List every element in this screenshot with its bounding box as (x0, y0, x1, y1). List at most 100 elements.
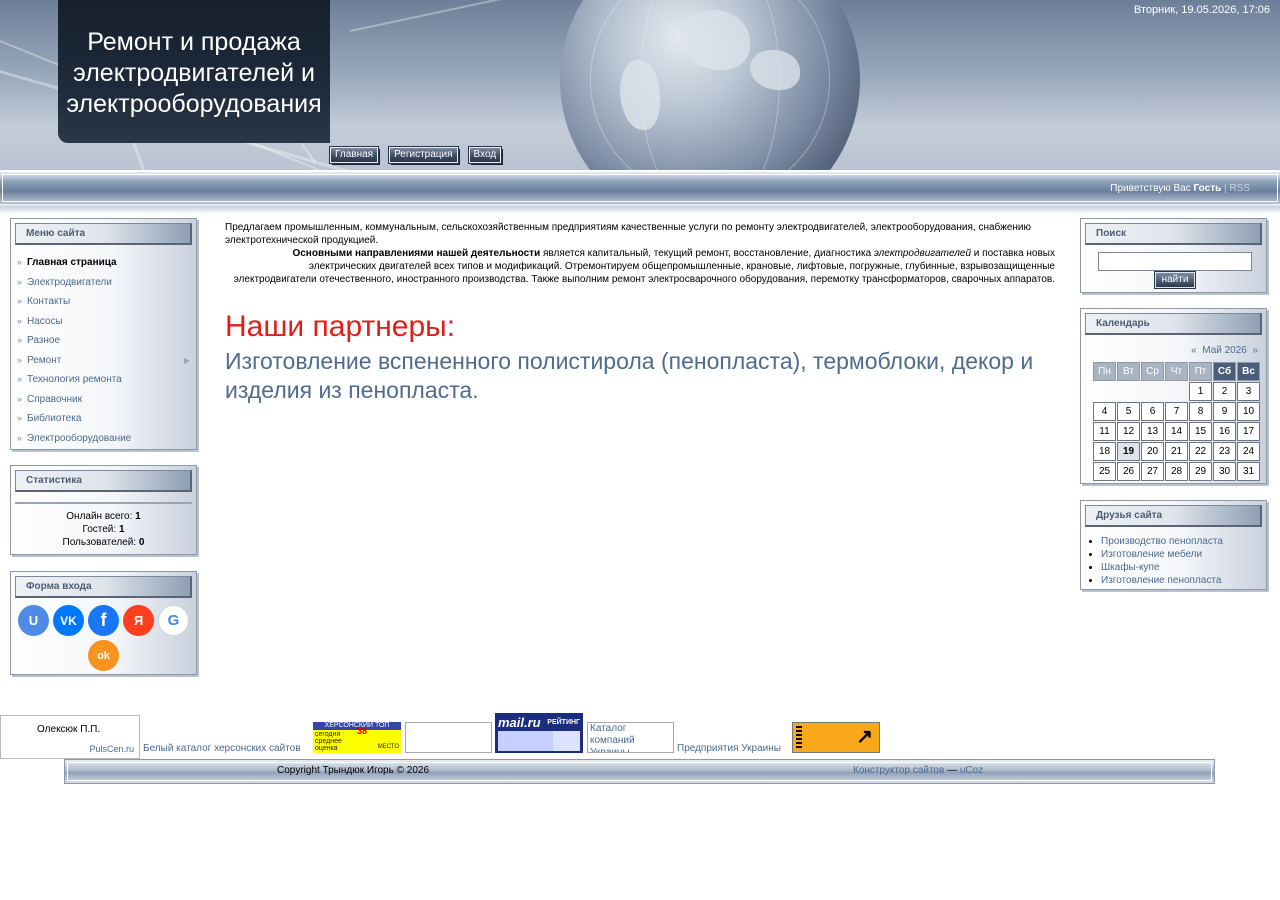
menu-item-library[interactable]: Библиотека (17, 409, 196, 429)
calendar-day[interactable]: 14 (1165, 422, 1188, 441)
calendar-day[interactable]: 9 (1213, 402, 1236, 421)
intro-paragraph: Предлагаем промышленным, коммунальным, с… (225, 222, 1032, 246)
calendar-month-link[interactable]: Май 2026 (1202, 345, 1247, 356)
calendar-day[interactable]: 15 (1189, 422, 1212, 441)
list-item: Производство пенопласта (1101, 535, 1266, 548)
menu-item-home[interactable]: Главная страница (17, 253, 196, 273)
calendar-day[interactable]: 28 (1165, 462, 1188, 481)
calendar-day[interactable]: 26 (1117, 462, 1140, 481)
menu-item-label[interactable]: Насосы (27, 316, 63, 327)
white-catalog-link[interactable]: Белый каталог херсонских сайтов (143, 743, 301, 754)
menu-item-label[interactable]: Библиотека (27, 413, 81, 424)
calendar-day[interactable]: 24 (1237, 442, 1260, 461)
friend-link[interactable]: Шкафы-купе (1101, 562, 1160, 573)
pulscen-link[interactable]: PulsCen.ru (89, 744, 134, 754)
calendar-grid: Пн Вт Ср Чт Пт Сб Вс 1 2 3 4 5 6 7 8 9 10 11 12 13 14… (1092, 361, 1261, 482)
calendar-day[interactable]: 11 (1093, 422, 1116, 441)
menu-item-contacts[interactable]: Контакты (17, 292, 196, 312)
friends-title: Друзья сайта (1096, 510, 1163, 521)
facebook-login-icon[interactable]: f (88, 605, 119, 636)
menu-item-repair[interactable]: Ремонт ▶ (17, 351, 196, 371)
calendar-day[interactable]: 30 (1213, 462, 1236, 481)
calendar-day[interactable]: 2 (1213, 382, 1236, 401)
menu-item-motors[interactable]: Электродвигатели (17, 273, 196, 293)
calendar-day[interactable]: 29 (1189, 462, 1212, 481)
main-content: Предлагаем промышленным, коммунальным, с… (225, 221, 1055, 405)
calendar-block: Календарь « Май 2026 » Пн Вт Ср Чт Пт Сб… (1080, 308, 1267, 484)
calendar-prev-link[interactable]: « (1191, 345, 1197, 356)
nav-login-button[interactable]: Вход (467, 146, 503, 164)
menu-item-label[interactable]: Технология ремонта (27, 374, 122, 385)
guests-label: Гостей: (82, 524, 117, 535)
menu-item-repair-technology[interactable]: Технология ремонта (17, 370, 196, 390)
menu-item-misc[interactable]: Разное (17, 331, 196, 351)
menu-item-equipment[interactable]: Электрооборудование (17, 429, 196, 449)
calendar-day[interactable]: 10 (1237, 402, 1260, 421)
calendar-day[interactable]: 22 (1189, 442, 1212, 461)
calendar-day[interactable]: 1 (1189, 382, 1212, 401)
calendar-day[interactable]: 13 (1141, 422, 1164, 441)
friend-link[interactable]: Производство пенопласта (1101, 536, 1223, 547)
vk-login-icon[interactable]: VK (53, 605, 84, 636)
friend-link[interactable]: Изготовление пенопласта (1101, 575, 1221, 586)
calendar-day[interactable]: 12 (1117, 422, 1140, 441)
builder-credit: Конструктор сайтов — uCoz (853, 765, 983, 776)
menu-item-label[interactable]: Ремонт (27, 355, 61, 366)
search-input[interactable] (1098, 252, 1252, 271)
menu-item-label[interactable]: Главная страница (27, 257, 117, 268)
calendar-day[interactable]: 6 (1141, 402, 1164, 421)
ucoz-login-icon[interactable]: U (18, 605, 49, 636)
calendar-day[interactable]: 25 (1093, 462, 1116, 481)
menu-item-label[interactable]: Справочник (27, 394, 82, 405)
mailru-rating-badge[interactable]: mail.ru РЕЙТИНГ (495, 713, 583, 753)
calendar-day[interactable]: 17 (1237, 422, 1260, 441)
menu-item-label[interactable]: Электрооборудование (27, 433, 131, 444)
site-title: Ремонт и продажа электродвигателей и эле… (58, 0, 330, 143)
yandex-login-icon[interactable]: Я (123, 605, 154, 636)
menu-item-label[interactable]: Электродвигатели (27, 277, 112, 288)
calendar-day[interactable]: 8 (1189, 402, 1212, 421)
menu-item-label[interactable]: Разное (27, 335, 60, 346)
calendar-day[interactable]: 31 (1237, 462, 1260, 481)
ucoz-link[interactable]: uCoz (960, 765, 983, 776)
friend-link[interactable]: Изготовление мебели (1101, 549, 1202, 560)
ukraine-enterprises-link[interactable]: Предприятия Украины (677, 743, 781, 754)
menu-title: Меню сайта (26, 228, 86, 239)
calendar-week-row: 11 12 13 14 15 16 17 (1093, 422, 1260, 441)
calendar-day[interactable]: 19 (1117, 442, 1140, 461)
social-login-buttons: U VK f Я G ok (17, 605, 190, 671)
partners-link[interactable]: Изготовление вспененного полистирола (пе… (225, 347, 1055, 405)
google-login-icon[interactable]: G (158, 605, 189, 636)
login-title: Форма входа (26, 581, 92, 592)
calendar-day[interactable]: 16 (1213, 422, 1236, 441)
calendar-day[interactable]: 27 (1141, 462, 1164, 481)
greeting-bar-frame (2, 174, 1278, 202)
nav-register-button[interactable]: Регистрация (388, 146, 459, 164)
calendar-day[interactable]: 4 (1093, 402, 1116, 421)
calendar-next-link[interactable]: » (1252, 345, 1258, 356)
calendar-day[interactable]: 7 (1165, 402, 1188, 421)
calendar-empty-cell (1165, 382, 1188, 401)
search-button[interactable]: найти (1154, 271, 1196, 289)
nav-home-button[interactable]: Главная (328, 146, 380, 164)
menu-item-pumps[interactable]: Насосы (17, 312, 196, 332)
broken-counter-image[interactable] (405, 722, 492, 753)
kherson-top-badge[interactable]: ХЕРСОНСКИЙ ТОП сегодня среднее оценка 38… (313, 722, 401, 753)
header-shadow (0, 206, 1280, 214)
rss-link[interactable]: RSS (1229, 183, 1250, 194)
odnoklassniki-login-icon[interactable]: ok (88, 640, 119, 671)
calendar-day[interactable]: 23 (1213, 442, 1236, 461)
menu-item-reference[interactable]: Справочник (17, 390, 196, 410)
company-catalog-image[interactable]: Каталог компаний Украины (587, 722, 674, 753)
calendar-empty-cell (1093, 382, 1116, 401)
calendar-day[interactable]: 3 (1237, 382, 1260, 401)
kherson-top-line: оценка (315, 745, 338, 752)
builder-link[interactable]: Конструктор сайтов (853, 765, 944, 776)
calendar-day[interactable]: 20 (1141, 442, 1164, 461)
search-block: Поиск найти (1080, 218, 1267, 293)
orange-counter-badge[interactable]: ↗ (792, 722, 880, 753)
calendar-day[interactable]: 5 (1117, 402, 1140, 421)
calendar-day[interactable]: 18 (1093, 442, 1116, 461)
menu-item-label[interactable]: Контакты (27, 296, 70, 307)
calendar-day[interactable]: 21 (1165, 442, 1188, 461)
